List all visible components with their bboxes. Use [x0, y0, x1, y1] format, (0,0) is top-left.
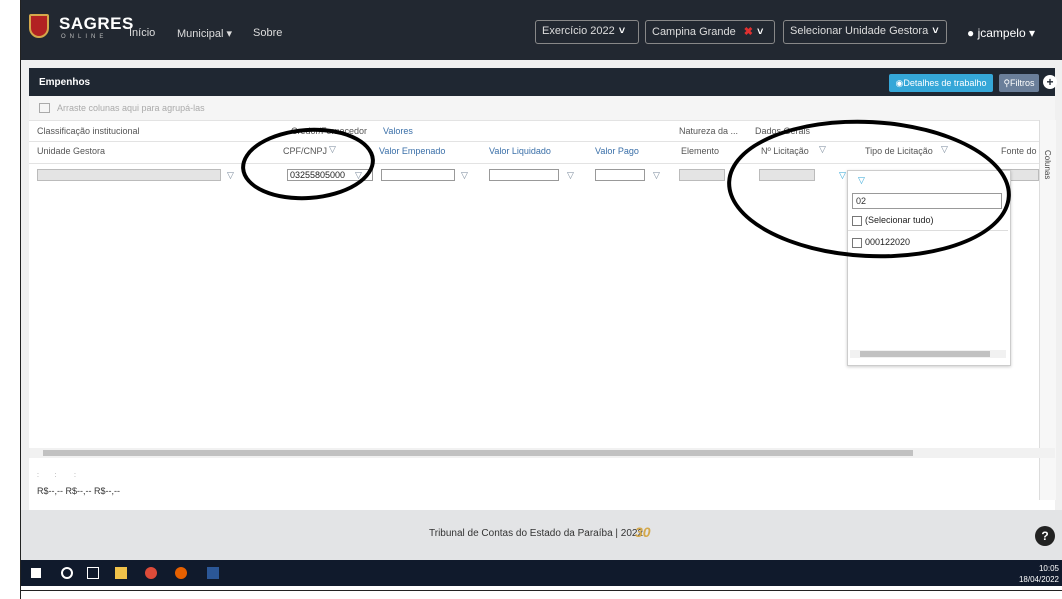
- group-panel[interactable]: Arraste colunas aqui para agrupá-las: [29, 96, 1055, 120]
- dropdown-scrollbar[interactable]: [850, 350, 1006, 358]
- filter-valor-liquidado-input[interactable]: [489, 169, 559, 181]
- municipio-label: Campina Grande: [652, 26, 736, 38]
- footer-text: Tribunal de Contas do Estado da Paraíba …: [429, 528, 644, 539]
- filter-funnel-icon[interactable]: ▽: [461, 170, 468, 181]
- username: jcampelo ▾: [977, 26, 1035, 40]
- columns-side-panel[interactable]: Colunas: [1039, 120, 1056, 500]
- help-button[interactable]: ?: [1035, 526, 1055, 546]
- word-icon[interactable]: [207, 567, 219, 579]
- filter-funnel-icon[interactable]: ▽: [567, 170, 574, 181]
- col-valor-empenhado[interactable]: Valor Empenado: [379, 146, 445, 156]
- firefox-icon[interactable]: [175, 567, 187, 579]
- user-menu[interactable]: ● jcampelo ▾: [967, 26, 1035, 40]
- band-valores[interactable]: Valores: [383, 126, 413, 136]
- municipio-select[interactable]: Campina Grande ✖ ˅: [645, 20, 775, 44]
- filters-button-label: Filtros: [1010, 78, 1035, 88]
- nav-inicio[interactable]: Início: [129, 27, 155, 39]
- windows-start-icon[interactable]: [31, 568, 41, 578]
- band-natureza[interactable]: Natureza da ...: [679, 126, 738, 136]
- filter-elemento[interactable]: [679, 169, 725, 181]
- clock-time: 10:05: [1038, 564, 1059, 573]
- col-valor-liquidado[interactable]: Valor Liquidado: [489, 146, 551, 156]
- panel-title: Empenhos: [39, 77, 91, 88]
- totals-label: : : :: [37, 472, 76, 479]
- sagres-logo-icon: [29, 14, 49, 38]
- chevron-down-icon: ˅: [757, 26, 764, 38]
- scrollbar-thumb[interactable]: [860, 351, 990, 357]
- group-icon: [39, 103, 50, 113]
- nav-sobre[interactable]: Sobre: [253, 27, 282, 39]
- chevron-down-icon: ˅: [932, 25, 939, 37]
- footer: Tribunal de Contas do Estado da Paraíba …: [21, 510, 1062, 560]
- panel-header: Empenhos ◉Detalhes de trabalho ⚲Filtros …: [29, 68, 1057, 96]
- exercicio-label: Exercício 2022: [542, 25, 615, 37]
- user-icon: ●: [967, 26, 975, 40]
- group-hint: Arraste colunas aqui para agrupá-las: [57, 103, 205, 113]
- system-clock[interactable]: 10:05 18/04/2022: [1019, 563, 1059, 585]
- detail-button[interactable]: ◉Detalhes de trabalho: [889, 74, 993, 92]
- col-unidade-gestora[interactable]: Unidade Gestora: [37, 146, 105, 156]
- windows-taskbar: 10:05 18/04/2022: [21, 560, 1062, 586]
- detail-button-label: Detalhes de trabalho: [903, 78, 987, 88]
- clear-icon[interactable]: ✖: [744, 26, 753, 38]
- top-navbar: SAGRES ONLINE Início Municipal ▾ Sobre E…: [21, 0, 1062, 60]
- scrollbar-thumb[interactable]: [43, 450, 913, 456]
- search-icon[interactable]: [61, 567, 73, 579]
- app-logo-text[interactable]: SAGRES: [59, 14, 134, 34]
- totals-values: R$--,-- R$--,-- R$--,--: [37, 486, 120, 496]
- col-valor-pago[interactable]: Valor Pago: [595, 146, 639, 156]
- file-explorer-icon[interactable]: [115, 567, 127, 579]
- divider: [21, 590, 1062, 591]
- unidade-gestora-label: Selecionar Unidade Gestora: [790, 25, 929, 37]
- total-pago: R$--,--: [94, 486, 121, 496]
- col-elemento[interactable]: Elemento: [681, 146, 719, 156]
- app-window: SAGRES ONLINE Início Municipal ▾ Sobre E…: [20, 0, 1062, 599]
- filter-funnel-icon[interactable]: ▽: [227, 170, 234, 181]
- chevron-down-icon: ˅: [618, 25, 626, 37]
- total-empenhado: R$--,--: [37, 486, 63, 496]
- add-icon[interactable]: +: [1043, 75, 1057, 89]
- nav-municipal[interactable]: Municipal ▾: [177, 27, 232, 40]
- totals-row: : : : R$--,-- R$--,-- R$--,--: [29, 460, 1055, 510]
- filter-valor-empenhado-input[interactable]: [381, 169, 455, 181]
- filter-funnel-icon[interactable]: ▽: [653, 170, 660, 181]
- tce-logo-icon: 30: [635, 524, 651, 540]
- clock-date: 18/04/2022: [1018, 575, 1059, 584]
- exercicio-select[interactable]: Exercício 2022 ˅: [535, 20, 639, 44]
- unidade-gestora-select[interactable]: Selecionar Unidade Gestora ˅: [783, 20, 947, 44]
- filter-unidade-gestora[interactable]: [37, 169, 221, 181]
- task-view-icon[interactable]: [87, 567, 99, 579]
- chrome-icon[interactable]: [145, 567, 157, 579]
- horizontal-scrollbar[interactable]: [29, 448, 1055, 458]
- total-liquidado: R$--,--: [65, 486, 92, 496]
- filter-valor-pago-input[interactable]: [595, 169, 645, 181]
- filters-button[interactable]: ⚲Filtros: [999, 74, 1039, 92]
- band-classificacao[interactable]: Classificação institucional: [37, 126, 140, 136]
- app-logo-subtext: ONLINE: [61, 34, 108, 40]
- columns-side-label: Colunas: [1043, 150, 1052, 180]
